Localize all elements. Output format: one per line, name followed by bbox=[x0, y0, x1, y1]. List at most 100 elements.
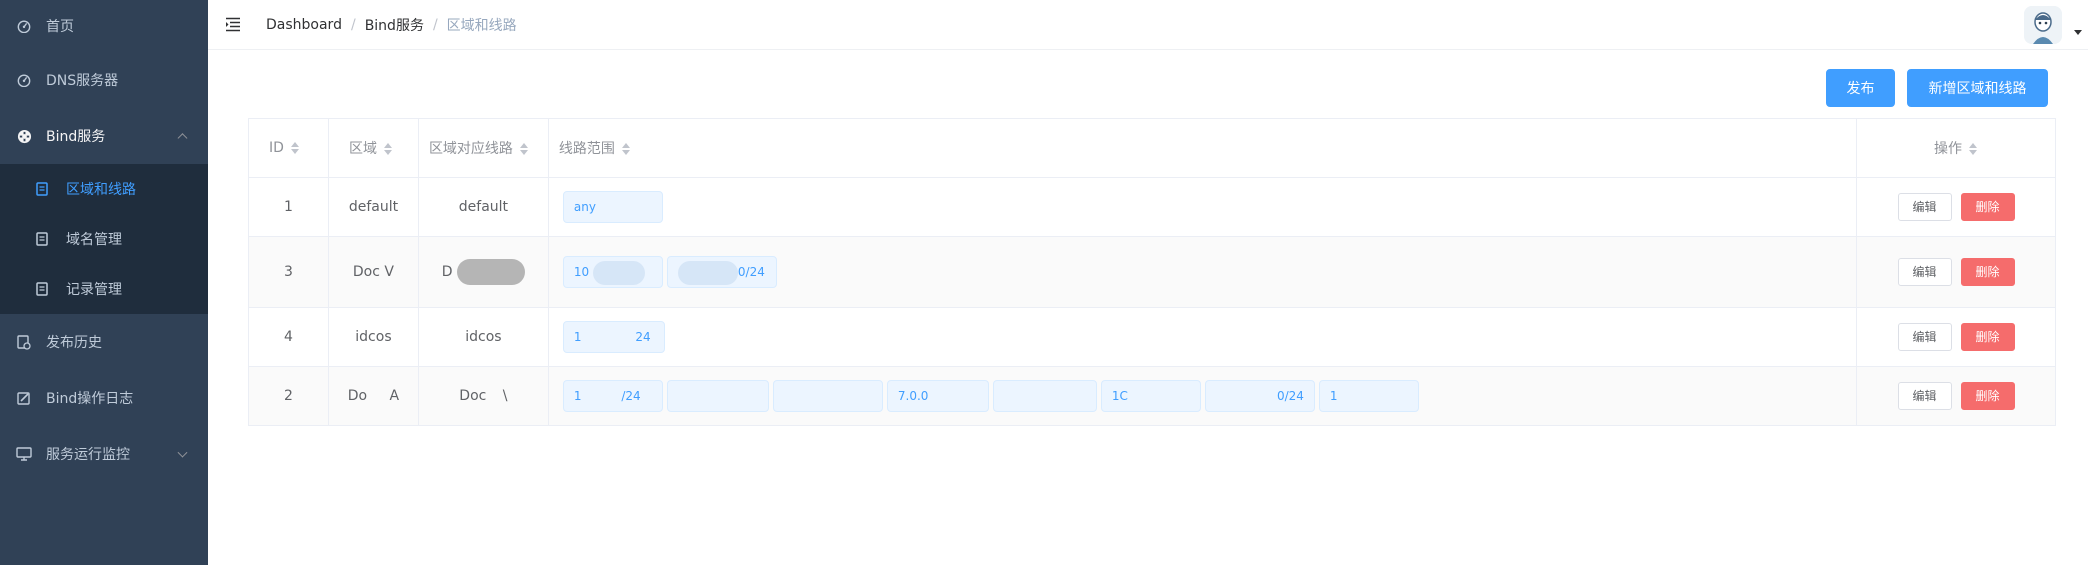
sidebar-item-bind-log[interactable]: Bind操作日志 bbox=[0, 370, 208, 426]
sidebar-item-label: 区域和线路 bbox=[66, 182, 136, 198]
sidebar-item-label: 记录管理 bbox=[66, 282, 122, 298]
range-tag: 7.0.0 bbox=[886, 380, 989, 412]
cell-actions: 编辑 删除 bbox=[1856, 177, 2056, 237]
navbar: Dashboard / Bind服务 / 区域和线路 bbox=[208, 0, 2088, 50]
add-zone-line-button[interactable]: 新增区域和线路 bbox=[1907, 69, 2048, 107]
range-tag: 0/24 bbox=[1204, 380, 1315, 412]
sidebar-item-label: DNS服务器 bbox=[46, 73, 119, 89]
edit-button[interactable]: 编辑 bbox=[1897, 258, 1952, 286]
redacted-blur bbox=[457, 259, 526, 285]
sort-icon[interactable] bbox=[1968, 143, 1978, 155]
delete-button[interactable]: 删除 bbox=[1960, 193, 2015, 221]
cell-zone: idcos bbox=[328, 307, 419, 367]
sidebar-item-label: 发布历史 bbox=[46, 335, 102, 351]
delete-button[interactable]: 删除 bbox=[1960, 258, 2015, 286]
sidebar-item-publish-history[interactable]: 发布历史 bbox=[0, 314, 208, 370]
cell-id: 3 bbox=[248, 236, 329, 308]
sidebar-item-dns-server[interactable]: DNS服务器 bbox=[0, 52, 208, 108]
cell-id: 1 bbox=[248, 177, 329, 237]
range-tag: 1 24 bbox=[562, 321, 665, 353]
column-header-line[interactable]: 区域对应线路 bbox=[418, 118, 549, 178]
breadcrumb-separator: / bbox=[350, 17, 356, 33]
sidebar-item-record-management[interactable]: 记录管理 bbox=[0, 264, 208, 314]
caret-down-icon[interactable] bbox=[2074, 30, 2082, 35]
sort-icon[interactable] bbox=[383, 143, 393, 155]
publish-button[interactable]: 发布 bbox=[1826, 69, 1895, 107]
dashboard-icon bbox=[16, 18, 32, 34]
sort-icon[interactable] bbox=[519, 143, 529, 155]
range-tag: any bbox=[562, 191, 663, 223]
cell-zone: Do A bbox=[328, 366, 419, 426]
breadcrumb-separator: / bbox=[432, 17, 438, 33]
range-tag: 1 bbox=[1318, 380, 1419, 412]
zones-table: ID 区域 区域对应线路 线路范围 操作 1 default default a… bbox=[248, 118, 2056, 426]
hamburger-icon[interactable] bbox=[225, 16, 241, 32]
range-tag bbox=[992, 380, 1097, 412]
column-header-ranges[interactable]: 线路范围 bbox=[548, 118, 1858, 178]
table-row: 2 Do A Doc \ 1 /24 7.0.0 1C 0/24 1 编辑 删除 bbox=[248, 366, 2056, 426]
edit-button[interactable]: 编辑 bbox=[1897, 323, 1952, 351]
cell-zone: default bbox=[328, 177, 419, 237]
delete-button[interactable]: 删除 bbox=[1960, 382, 2015, 410]
delete-button[interactable]: 删除 bbox=[1960, 323, 2015, 351]
bind-submenu: 区域和线路 域名管理 记录管理 bbox=[0, 164, 208, 314]
monitor-icon bbox=[16, 446, 32, 462]
document-icon bbox=[36, 182, 50, 196]
range-tag: 1 /24 bbox=[562, 380, 663, 412]
cell-ranges: 1 24 bbox=[548, 307, 1858, 367]
sidebar-item-label: Bind操作日志 bbox=[46, 391, 134, 407]
sidebar: 首页 DNS服务器 Bind服务 区域和线路 域名管理 记录管理 发布历史 Bi… bbox=[0, 0, 208, 565]
sidebar-item-zones-lines[interactable]: 区域和线路 bbox=[0, 164, 208, 214]
table-header-row: ID 区域 区域对应线路 线路范围 操作 bbox=[248, 118, 2056, 178]
document-icon bbox=[36, 282, 50, 296]
sidebar-item-service-monitor[interactable]: 服务运行监控 bbox=[0, 426, 208, 482]
redacted-blur bbox=[677, 260, 738, 285]
sidebar-item-label: 域名管理 bbox=[66, 232, 122, 248]
sidebar-item-home[interactable]: 首页 bbox=[0, 0, 208, 52]
range-tag bbox=[772, 380, 883, 412]
chevron-up-icon bbox=[177, 133, 188, 144]
sort-icon[interactable] bbox=[621, 143, 631, 155]
redacted-blur bbox=[593, 260, 645, 285]
cell-actions: 编辑 删除 bbox=[1856, 236, 2056, 308]
breadcrumb: Dashboard / Bind服务 / 区域和线路 bbox=[266, 15, 517, 35]
cell-ranges: 1 /24 7.0.0 1C 0/24 1 bbox=[548, 366, 1858, 426]
breadcrumb-current: 区域和线路 bbox=[446, 18, 517, 34]
breadcrumb-dashboard[interactable]: Dashboard bbox=[266, 17, 342, 33]
sidebar-item-label: Bind服务 bbox=[46, 129, 106, 145]
range-tag: 0/24 bbox=[666, 256, 777, 288]
history-icon bbox=[16, 334, 32, 350]
range-tag: 1C bbox=[1100, 380, 1201, 412]
cell-line: D bbox=[418, 236, 549, 308]
range-tag: 10 bbox=[562, 256, 663, 288]
cell-line: idcos bbox=[418, 307, 549, 367]
sidebar-item-bind-service[interactable]: Bind服务 bbox=[0, 108, 208, 164]
sidebar-item-domain-management[interactable]: 域名管理 bbox=[0, 214, 208, 264]
cell-zone: Doc V bbox=[328, 236, 419, 308]
column-header-actions[interactable]: 操作 bbox=[1856, 118, 2056, 178]
edit-button[interactable]: 编辑 bbox=[1897, 382, 1952, 410]
cell-id: 4 bbox=[248, 307, 329, 367]
column-header-zone[interactable]: 区域 bbox=[328, 118, 419, 178]
service-icon bbox=[16, 128, 32, 144]
sort-icon[interactable] bbox=[290, 142, 300, 154]
cell-ranges: any bbox=[548, 177, 1858, 237]
cell-actions: 编辑 删除 bbox=[1856, 366, 2056, 426]
sidebar-item-label: 服务运行监控 bbox=[46, 447, 130, 463]
chevron-down-icon bbox=[177, 447, 188, 458]
edit-button[interactable]: 编辑 bbox=[1897, 193, 1952, 221]
document-icon bbox=[36, 232, 50, 246]
log-icon bbox=[16, 390, 32, 406]
range-tag bbox=[666, 380, 769, 412]
dashboard-icon bbox=[16, 72, 32, 88]
column-header-id[interactable]: ID bbox=[248, 118, 329, 178]
avatar[interactable] bbox=[2024, 6, 2062, 44]
cell-ranges: 10 0/24 bbox=[548, 236, 1858, 308]
cell-actions: 编辑 删除 bbox=[1856, 307, 2056, 367]
sidebar-item-label: 首页 bbox=[46, 19, 74, 35]
table-row: 1 default default any 编辑 删除 bbox=[248, 177, 2056, 237]
breadcrumb-bind-service[interactable]: Bind服务 bbox=[365, 15, 424, 35]
cell-line: Doc \ bbox=[418, 366, 549, 426]
cell-line: default bbox=[418, 177, 549, 237]
table-row: 3 Doc V D 10 0/24 编辑 删除 bbox=[248, 236, 2056, 308]
